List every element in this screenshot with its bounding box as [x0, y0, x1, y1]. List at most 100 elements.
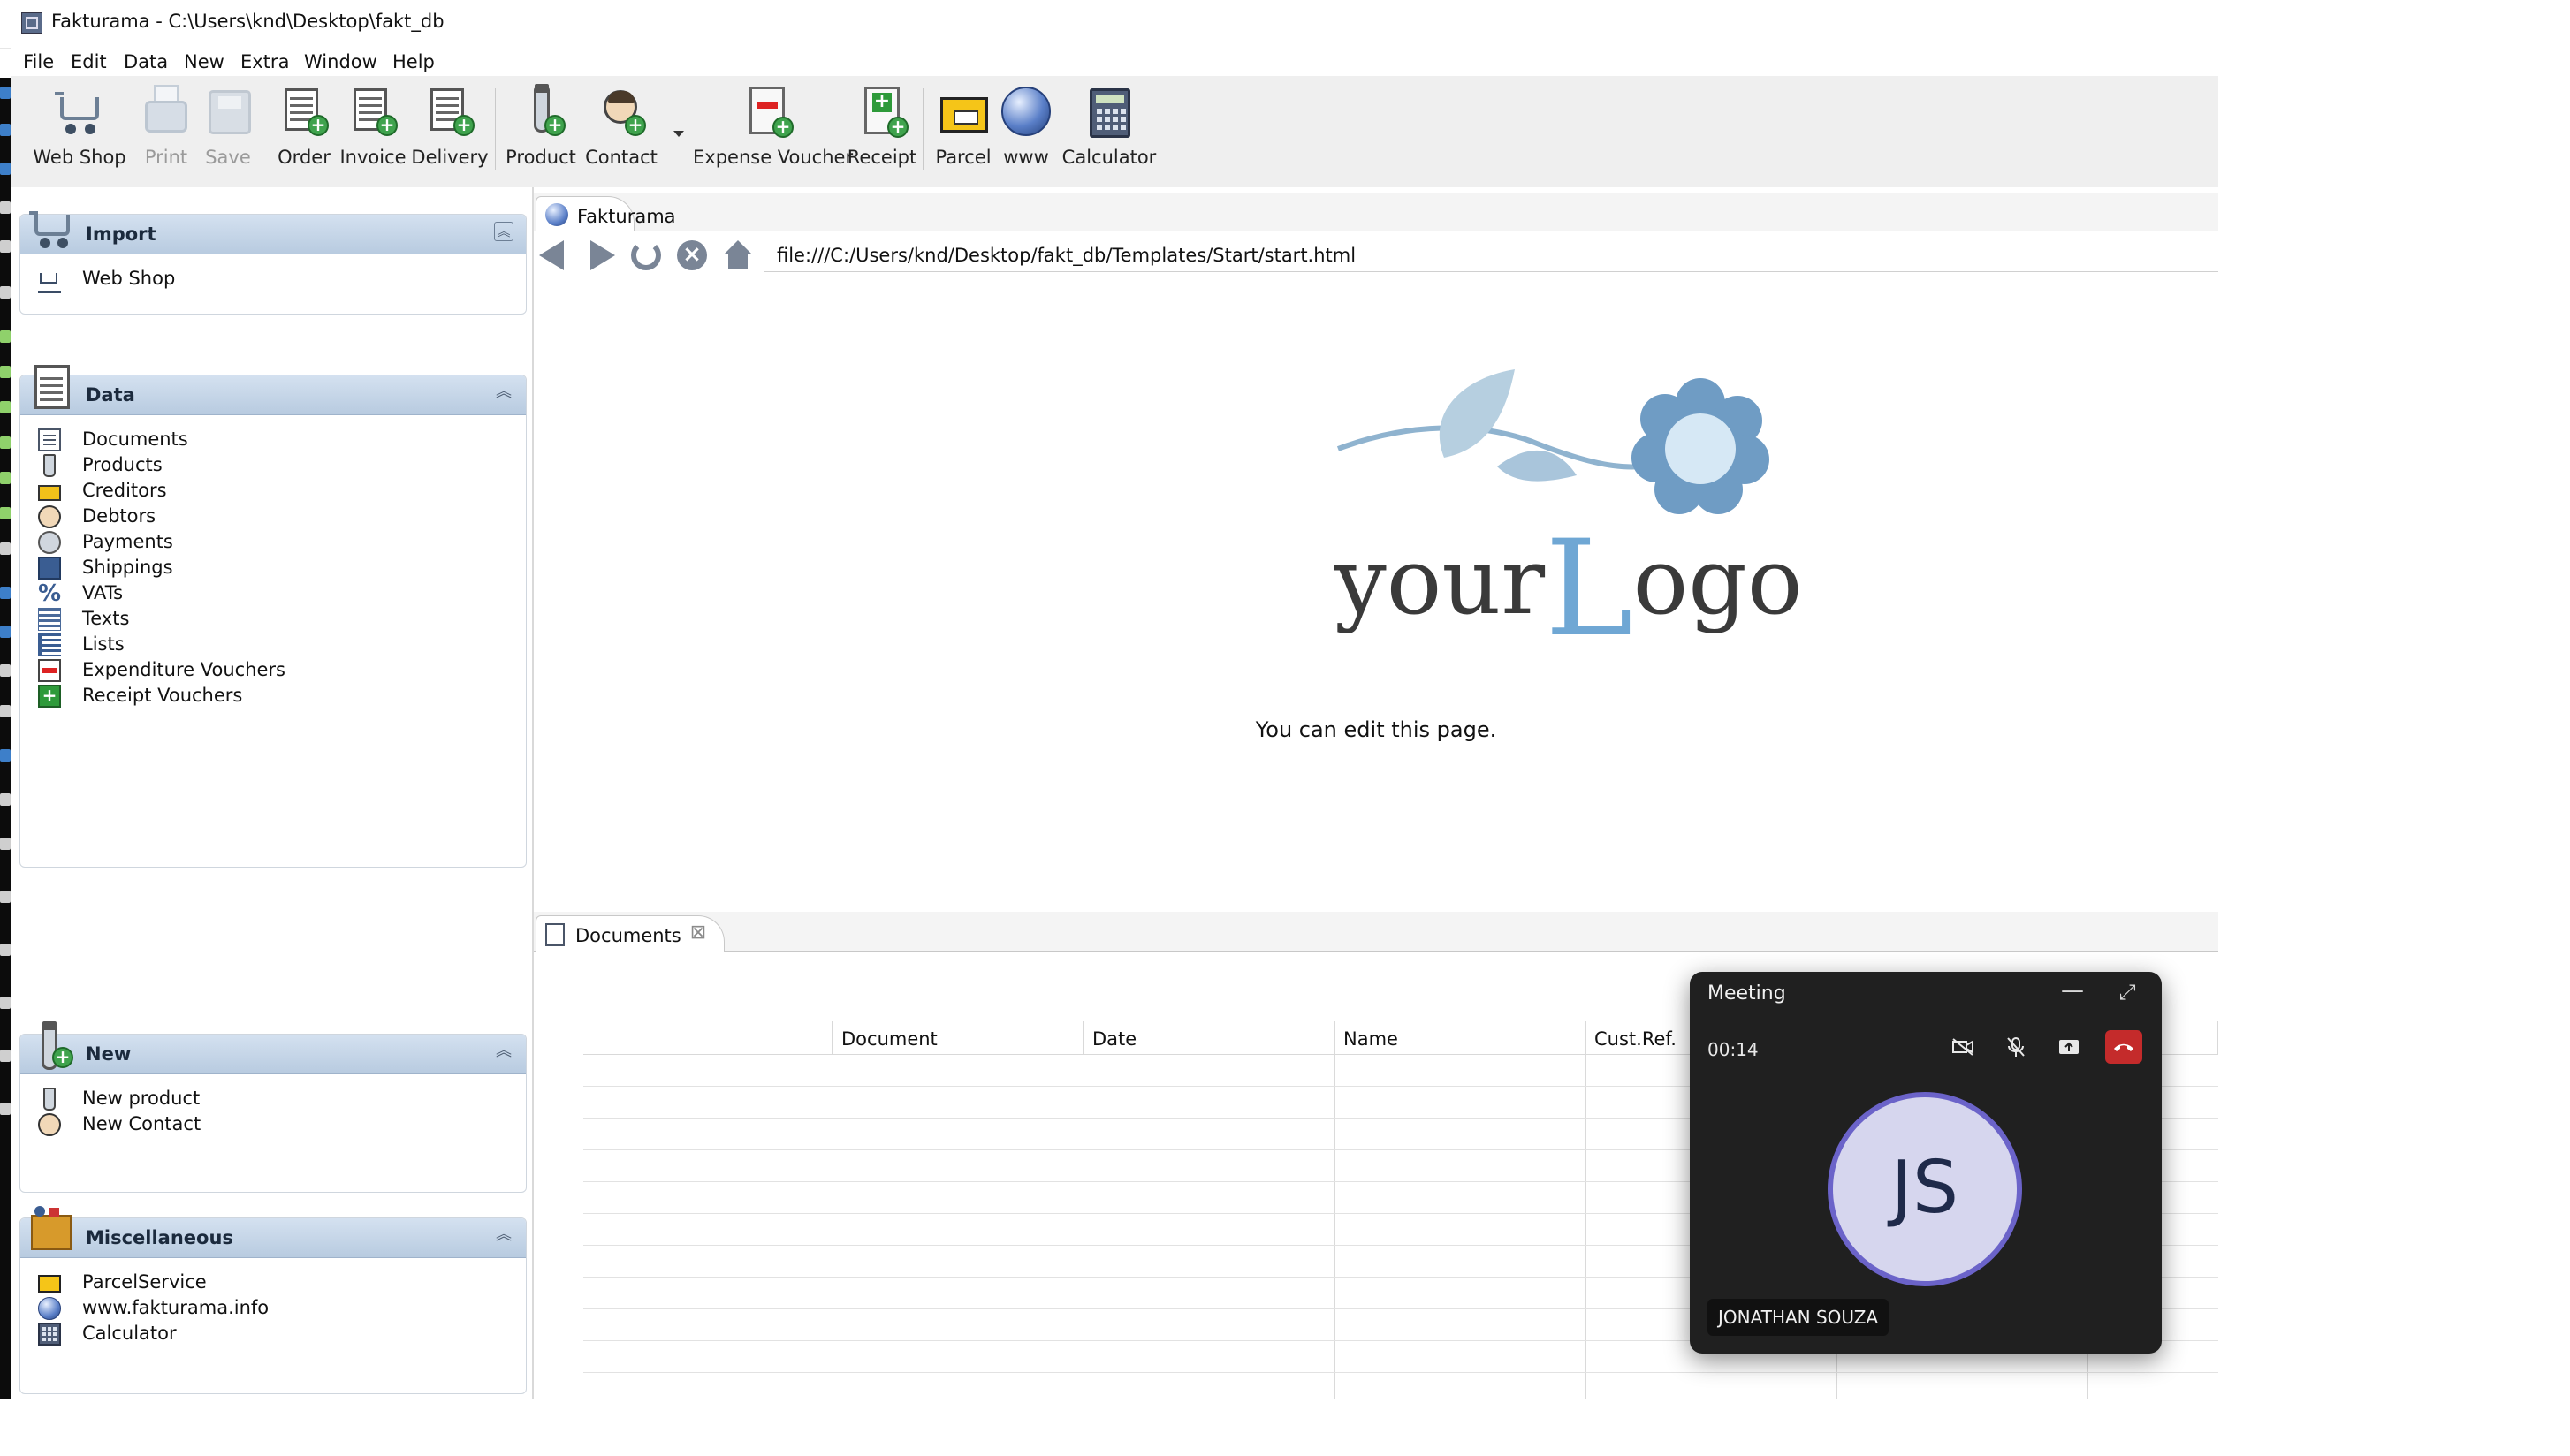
nav-item-calculator[interactable]: Calculator — [31, 1316, 508, 1351]
invoice-label: Invoice — [339, 147, 407, 168]
calculator-icon — [38, 1323, 61, 1346]
receipt-voucher-icon: + — [855, 85, 909, 138]
column-header[interactable] — [583, 1021, 833, 1055]
reload-button[interactable] — [631, 240, 661, 270]
toolbar-separator — [923, 88, 924, 170]
menu-data[interactable]: Data — [120, 51, 171, 72]
calculator-button[interactable]: Calculator — [1057, 85, 1161, 180]
delivery-label: Delivery — [411, 147, 489, 168]
order-button[interactable]: + Order — [272, 85, 336, 180]
web-shop-label: Web Shop — [33, 147, 126, 168]
document-stack-icon — [29, 363, 75, 409]
menu-extra[interactable]: Extra — [237, 51, 293, 72]
collapse-icon[interactable]: ︽ — [494, 222, 513, 241]
home-button[interactable] — [723, 240, 753, 270]
logo-wordmark: yourLogo — [1334, 519, 1802, 656]
data-section-header[interactable]: Data ︽ — [20, 365, 526, 415]
nav-item-new-contact[interactable]: New Contact — [31, 1106, 508, 1141]
delivery-button[interactable]: + Delivery — [410, 85, 490, 180]
forward-button[interactable] — [585, 240, 615, 270]
invoice-button[interactable]: + Invoice — [338, 85, 408, 180]
miscellaneous-section-header[interactable]: Miscellaneous ︽ — [20, 1206, 526, 1258]
navigation-panel: Import ︽ Web Shop Data ︽ Documents Produ… — [11, 187, 532, 1399]
collapse-icon[interactable]: ︽ — [494, 1042, 513, 1061]
floppy-disk-icon — [201, 85, 255, 138]
meeting-title: Meeting — [1707, 982, 1786, 1005]
your-logo-placeholder: yourLogo — [1329, 360, 1802, 656]
menu-help[interactable]: Help — [389, 51, 438, 72]
import-section-title: Import — [86, 224, 156, 245]
browser-editor: Fakturama × yourLogo You can edit this p… — [534, 187, 2218, 910]
meeting-call-window[interactable]: Meeting — ⤢ 00:14 JS JONATHAN SOUZA — [1690, 972, 2162, 1354]
expense-voucher-button[interactable]: + Expense Voucher — [693, 85, 854, 180]
new-section-header[interactable]: + New ︽ — [20, 1021, 526, 1074]
nav-item-receipt-vouchers[interactable]: + Receipt Vouchers — [31, 678, 508, 713]
collapse-icon[interactable]: ︽ — [494, 383, 513, 402]
expand-button[interactable]: ⤢ — [2114, 979, 2140, 1005]
shopping-cart-icon — [29, 204, 75, 250]
contact-dropdown-icon[interactable] — [673, 131, 684, 137]
parcel-button[interactable]: Parcel — [930, 85, 997, 180]
menu-file[interactable]: File — [19, 51, 57, 72]
expense-voucher-label: Expense Voucher — [693, 147, 854, 168]
column-header-name[interactable]: Name — [1334, 1021, 1585, 1055]
microphone-muted-icon[interactable] — [1999, 1030, 2033, 1064]
column-header-document[interactable]: Document — [833, 1021, 1084, 1055]
back-button[interactable] — [539, 240, 569, 270]
minimize-button[interactable]: — — [2059, 979, 2086, 1005]
fakturama-app-icon — [21, 12, 42, 34]
participant-name: JONATHAN SOUZA — [1707, 1299, 1889, 1336]
nav-item-label: Receipt Vouchers — [82, 685, 243, 706]
delivery-icon: + — [423, 85, 476, 138]
save-button[interactable]: Save — [200, 85, 256, 180]
nav-item-label: Web Shop — [82, 268, 176, 289]
share-screen-icon[interactable] — [2052, 1030, 2086, 1064]
contact-person-icon: + — [595, 85, 648, 138]
stop-button[interactable]: × — [677, 240, 707, 270]
toolbox-icon — [29, 1206, 75, 1252]
close-icon[interactable]: ⊠ — [688, 923, 708, 943]
data-section: Data ︽ Documents Products Creditors Debt… — [19, 365, 527, 868]
column-header-date[interactable]: Date — [1084, 1021, 1334, 1055]
document-icon — [545, 923, 565, 946]
shopping-cart-icon — [53, 85, 106, 138]
web-shop-button[interactable]: Web Shop — [30, 85, 129, 180]
contact-button[interactable]: + Contact — [582, 85, 661, 180]
menu-new[interactable]: New — [180, 51, 228, 72]
import-section-header[interactable]: Import ︽ — [20, 211, 526, 254]
tab-fakturama[interactable]: Fakturama — [536, 196, 676, 232]
product-button[interactable]: + Product — [502, 84, 580, 180]
product-bottle-icon: + — [29, 1020, 75, 1070]
nav-item-web-shop[interactable]: Web Shop — [31, 261, 508, 296]
invoice-icon: + — [346, 85, 399, 138]
import-section: Import ︽ Web Shop — [19, 211, 527, 315]
product-label: Product — [506, 147, 576, 168]
window-title: Fakturama - C:\Users\knd\Desktop\fakt_db — [51, 11, 445, 32]
participant-avatar: JS — [1828, 1092, 2022, 1286]
receipt-button[interactable]: + Receipt — [847, 85, 917, 180]
nav-item-label: New Contact — [82, 1113, 201, 1134]
nav-item-label: Calculator — [82, 1323, 177, 1344]
miscellaneous-section-title: Miscellaneous — [86, 1227, 233, 1248]
calculator-icon — [1083, 85, 1136, 138]
save-label: Save — [205, 147, 251, 168]
miscellaneous-section: Miscellaneous ︽ ParcelService www.faktur… — [19, 1206, 527, 1394]
collapse-icon[interactable]: ︽ — [494, 1225, 513, 1245]
receipt-label: Receipt — [847, 147, 917, 168]
arrow-left-icon — [539, 240, 564, 270]
menu-window[interactable]: Window — [300, 51, 381, 72]
browser-tab-bar: Fakturama — [534, 193, 2218, 232]
www-button[interactable]: www — [997, 85, 1055, 180]
url-field[interactable] — [764, 239, 2218, 272]
www-label: www — [1003, 147, 1049, 168]
menu-edit[interactable]: Edit — [67, 51, 110, 72]
data-section-title: Data — [86, 384, 135, 406]
parcel-label: Parcel — [935, 147, 992, 168]
camera-off-icon[interactable] — [1946, 1030, 1980, 1064]
tab-label: Fakturama — [577, 206, 676, 227]
tab-documents[interactable]: Documents ⊠ — [536, 915, 725, 952]
browser-nav-bar: × — [534, 231, 2218, 276]
end-call-button[interactable] — [2105, 1030, 2142, 1064]
table-row[interactable] — [583, 1373, 2218, 1399]
print-button[interactable]: Print — [134, 85, 198, 180]
